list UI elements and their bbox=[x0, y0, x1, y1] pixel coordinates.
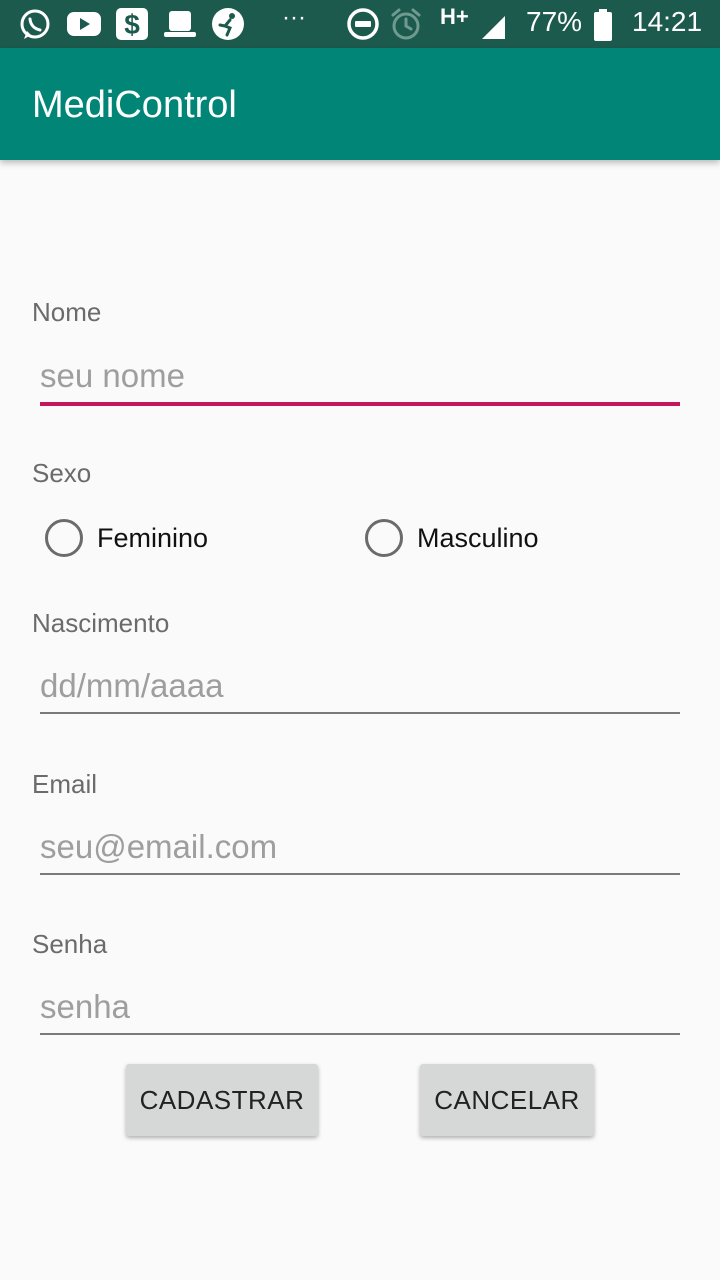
password-underline bbox=[40, 1033, 680, 1035]
name-input[interactable] bbox=[40, 346, 680, 406]
svg-text:$: $ bbox=[124, 9, 140, 40]
radio-feminino[interactable]: Feminino bbox=[45, 519, 208, 557]
birth-underline bbox=[40, 712, 680, 714]
birth-label: Nascimento bbox=[32, 608, 170, 638]
battery-percent: 77% bbox=[526, 6, 583, 37]
youtube-icon bbox=[67, 12, 101, 36]
dollar-app-icon: $ bbox=[116, 8, 148, 40]
status-bar: $ ··· H+ 77% 14:21 bbox=[0, 0, 720, 48]
email-underline bbox=[40, 873, 680, 875]
radio-masculino[interactable]: Masculino bbox=[365, 519, 539, 557]
email-label: Email bbox=[32, 769, 98, 799]
signal-icon bbox=[482, 16, 505, 39]
hat-icon bbox=[164, 11, 196, 37]
name-label: Nome bbox=[32, 297, 102, 327]
radio-circle-icon[interactable] bbox=[45, 519, 83, 557]
more-notifications-icon: ··· bbox=[282, 4, 306, 31]
register-button[interactable]: CADASTRAR bbox=[126, 1064, 318, 1136]
password-label: Senha bbox=[32, 929, 108, 959]
email-input[interactable] bbox=[40, 817, 680, 877]
app-bar: MediControl bbox=[0, 48, 720, 160]
cancel-button[interactable]: CANCELAR bbox=[420, 1064, 594, 1136]
do-not-disturb-icon bbox=[347, 8, 379, 40]
clock: 14:21 bbox=[632, 6, 703, 37]
alarm-icon bbox=[391, 8, 421, 40]
battery-icon bbox=[594, 9, 612, 41]
name-underline bbox=[40, 402, 680, 406]
whatsapp-icon bbox=[20, 9, 50, 39]
sex-label: Sexo bbox=[32, 458, 92, 488]
radio-feminino-label[interactable]: Feminino bbox=[97, 523, 208, 554]
soccer-icon bbox=[212, 8, 244, 40]
app-title: MediControl bbox=[32, 84, 237, 126]
radio-masculino-label[interactable]: Masculino bbox=[417, 523, 539, 554]
password-input[interactable] bbox=[40, 977, 680, 1037]
radio-circle-icon[interactable] bbox=[365, 519, 403, 557]
birth-date-input[interactable] bbox=[40, 656, 680, 716]
network-type: H+ bbox=[440, 4, 469, 29]
